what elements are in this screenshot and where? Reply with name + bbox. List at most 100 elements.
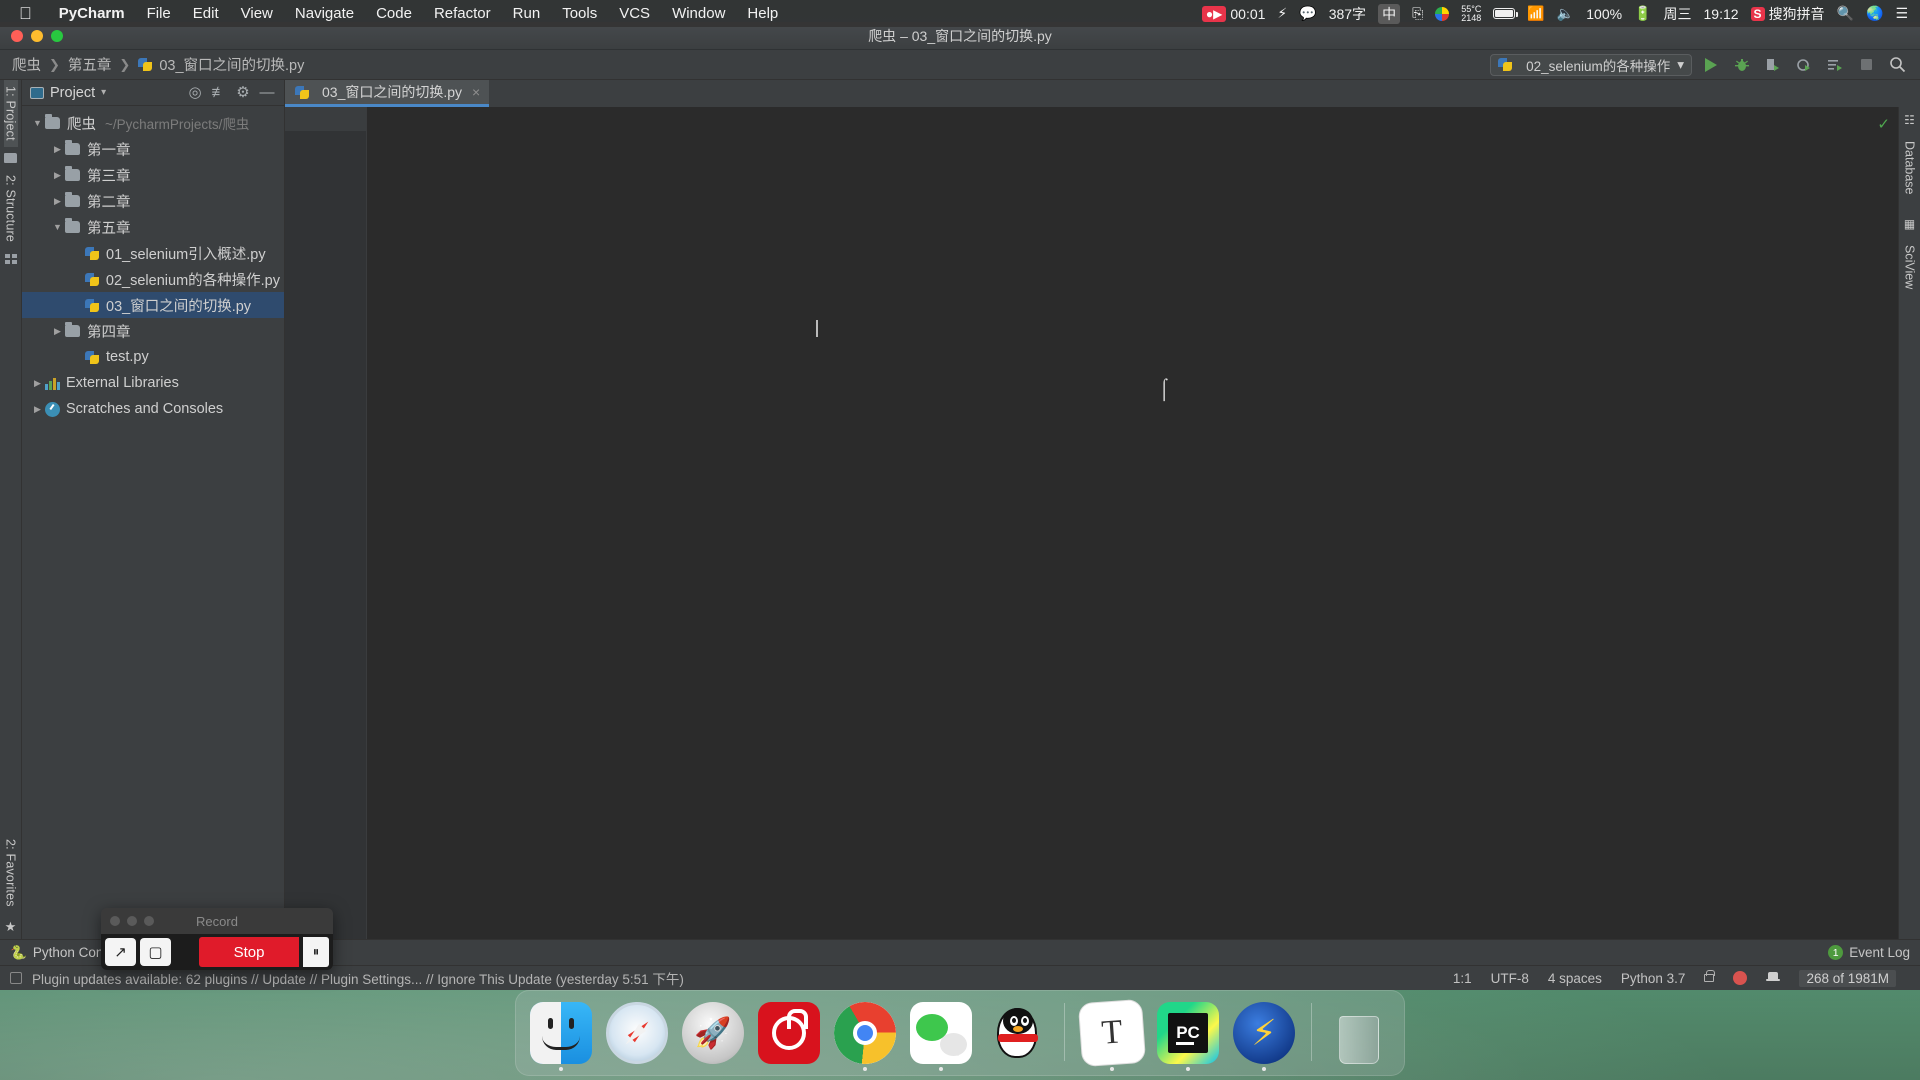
- tree-node[interactable]: 第二章: [22, 188, 284, 214]
- notification-checkbox-icon[interactable]: [10, 972, 22, 984]
- expand-arrow-icon[interactable]: [30, 404, 45, 415]
- editor-text-area[interactable]: ⌠ ✓: [367, 107, 1898, 939]
- tree-node[interactable]: test.py: [22, 344, 284, 370]
- settings-gear-icon[interactable]: ⚙: [234, 85, 252, 100]
- sidebar-item-database[interactable]: Database: [1903, 141, 1917, 195]
- favorites-folder-icon[interactable]: [4, 152, 17, 163]
- notification-message[interactable]: Plugin updates available: 62 plugins // …: [32, 968, 684, 988]
- dock-item-netease-music[interactable]: [756, 1002, 822, 1071]
- clock-day[interactable]: 周三: [1664, 4, 1692, 24]
- screen-recording-indicator[interactable]: ●▶ 00:01: [1201, 5, 1265, 22]
- file-encoding[interactable]: UTF-8: [1491, 971, 1529, 986]
- collapse-arrow-icon[interactable]: [50, 222, 65, 232]
- menu-item-view[interactable]: View: [230, 5, 284, 22]
- menu-item-code[interactable]: Code: [365, 5, 423, 22]
- sogou-ime-indicator[interactable]: S 搜狗拼音: [1750, 4, 1825, 24]
- volume-icon[interactable]: 🔈: [1557, 5, 1574, 22]
- power-save-hat-icon[interactable]: [1766, 971, 1781, 985]
- structure-grid-icon[interactable]: [4, 253, 17, 264]
- dock-item-google-chrome[interactable]: [832, 1002, 898, 1071]
- menu-item-help[interactable]: Help: [736, 5, 789, 22]
- dock-item-safari[interactable]: [604, 1002, 670, 1071]
- close-tab-icon[interactable]: ×: [472, 84, 480, 100]
- inspection-ok-icon[interactable]: ✓: [1877, 115, 1890, 133]
- sciview-grid-icon[interactable]: ▦: [1904, 217, 1915, 231]
- dock-item-qq[interactable]: [984, 1002, 1050, 1071]
- breadcrumb-item-folder[interactable]: 第五章: [68, 54, 112, 75]
- tree-node[interactable]: 第四章: [22, 318, 284, 344]
- inspection-warning-icon[interactable]: [1733, 971, 1748, 985]
- dock-item-textedit[interactable]: T: [1078, 999, 1146, 1071]
- expand-arrow-icon[interactable]: [50, 170, 65, 181]
- menu-item-tools[interactable]: Tools: [551, 5, 608, 22]
- menu-item-vcs[interactable]: VCS: [608, 5, 661, 22]
- sidebar-item-sciview[interactable]: SciView: [1903, 245, 1917, 289]
- locate-icon[interactable]: ◎: [186, 85, 204, 100]
- tree-node[interactable]: 爬虫 ~/PycharmProjects/爬虫: [22, 110, 284, 136]
- dock-item-finder[interactable]: [528, 1002, 594, 1071]
- pointer-arrow-icon[interactable]: ↗: [105, 938, 136, 966]
- database-grid-icon[interactable]: ☷: [1904, 113, 1915, 127]
- favorites-star-icon[interactable]: ★: [5, 919, 17, 935]
- breadcrumb-item-project[interactable]: 爬虫: [12, 54, 41, 75]
- editor-tab[interactable]: 03_窗口之间的切换.py ×: [285, 80, 490, 107]
- tree-node[interactable]: 02_selenium的各种操作.py: [22, 266, 284, 292]
- hide-panel-icon[interactable]: —: [258, 85, 276, 100]
- dock-item-trash[interactable]: [1326, 1002, 1392, 1071]
- menu-item-edit[interactable]: Edit: [182, 5, 230, 22]
- dock-item-thunder[interactable]: ⚡: [1231, 1002, 1297, 1071]
- run-configuration-selector[interactable]: 02_selenium的各种操作 ▾: [1490, 53, 1692, 76]
- memory-indicator[interactable]: 268 of 1981M: [1799, 969, 1896, 987]
- expand-arrow-icon[interactable]: [50, 326, 65, 337]
- wifi-icon[interactable]: 📶: [1527, 5, 1544, 22]
- code-editor[interactable]: ⌠ ✓ ☷ Database ▦ SciView: [285, 107, 1920, 939]
- menu-item-navigate[interactable]: Navigate: [284, 5, 365, 22]
- tree-node[interactable]: 第五章: [22, 214, 284, 240]
- profile-button[interactable]: [1795, 56, 1813, 74]
- sidebar-item-structure[interactable]: 2: Structure: [4, 169, 18, 248]
- menu-item-window[interactable]: Window: [661, 5, 736, 22]
- ime-mode-indicator[interactable]: 中: [1378, 3, 1401, 24]
- siri-icon[interactable]: 🌏: [1866, 5, 1883, 22]
- battery-charging-icon[interactable]: 🔋: [1634, 5, 1651, 22]
- clock-time[interactable]: 19:12: [1704, 6, 1739, 22]
- menu-item-refactor[interactable]: Refactor: [423, 5, 502, 22]
- editor-gutter[interactable]: [285, 107, 367, 939]
- chat-bubbles-icon[interactable]: 💬: [1299, 5, 1316, 22]
- run-button[interactable]: [1702, 56, 1720, 74]
- project-panel-title[interactable]: Project: [50, 85, 95, 101]
- tree-node[interactable]: External Libraries: [22, 370, 284, 396]
- search-everywhere-icon[interactable]: [1888, 56, 1906, 74]
- region-select-icon[interactable]: ▢: [140, 938, 171, 966]
- color-wheel-icon[interactable]: [1435, 6, 1450, 21]
- tree-node[interactable]: 第三章: [22, 162, 284, 188]
- spotlight-search-icon[interactable]: 🔍: [1837, 5, 1854, 22]
- debug-button[interactable]: [1733, 56, 1751, 74]
- apple-icon[interactable]: : [0, 5, 48, 22]
- menu-app-name[interactable]: PyCharm: [48, 5, 136, 22]
- clipboard-icon[interactable]: ⎘: [1412, 5, 1423, 22]
- dock-item-pycharm[interactable]: PC: [1155, 1002, 1221, 1071]
- tree-node[interactable]: Scratches and Consoles: [22, 396, 284, 422]
- sidebar-item-project[interactable]: 1: Project: [3, 80, 18, 147]
- unlocked-icon[interactable]: [1704, 970, 1716, 982]
- run-tests-button[interactable]: [1826, 56, 1844, 74]
- collapse-arrow-icon[interactable]: [30, 118, 45, 128]
- sidebar-item-favorites[interactable]: 2: Favorites: [4, 833, 18, 913]
- expand-arrow-icon[interactable]: [50, 196, 65, 207]
- stop-button[interactable]: [1857, 56, 1875, 74]
- expand-arrow-icon[interactable]: [50, 144, 65, 155]
- tree-node[interactable]: 第一章: [22, 136, 284, 162]
- notification-center-icon[interactable]: ☰: [1895, 5, 1908, 22]
- caret-position[interactable]: 1:1: [1453, 971, 1472, 986]
- dock-item-launchpad[interactable]: 🚀: [680, 1002, 746, 1071]
- chevron-down-icon[interactable]: ▾: [101, 87, 106, 98]
- event-log-button[interactable]: 1 Event Log: [1828, 945, 1910, 960]
- expand-arrow-icon[interactable]: [30, 378, 45, 389]
- menu-item-file[interactable]: File: [136, 5, 182, 22]
- breadcrumb-item-file[interactable]: 03_窗口之间的切换.py: [159, 54, 304, 75]
- indent-setting[interactable]: 4 spaces: [1548, 971, 1602, 986]
- menu-item-run[interactable]: Run: [502, 5, 552, 22]
- tree-node[interactable]: 03_窗口之间的切换.py: [22, 292, 284, 318]
- tree-node[interactable]: 01_selenium引入概述.py: [22, 240, 284, 266]
